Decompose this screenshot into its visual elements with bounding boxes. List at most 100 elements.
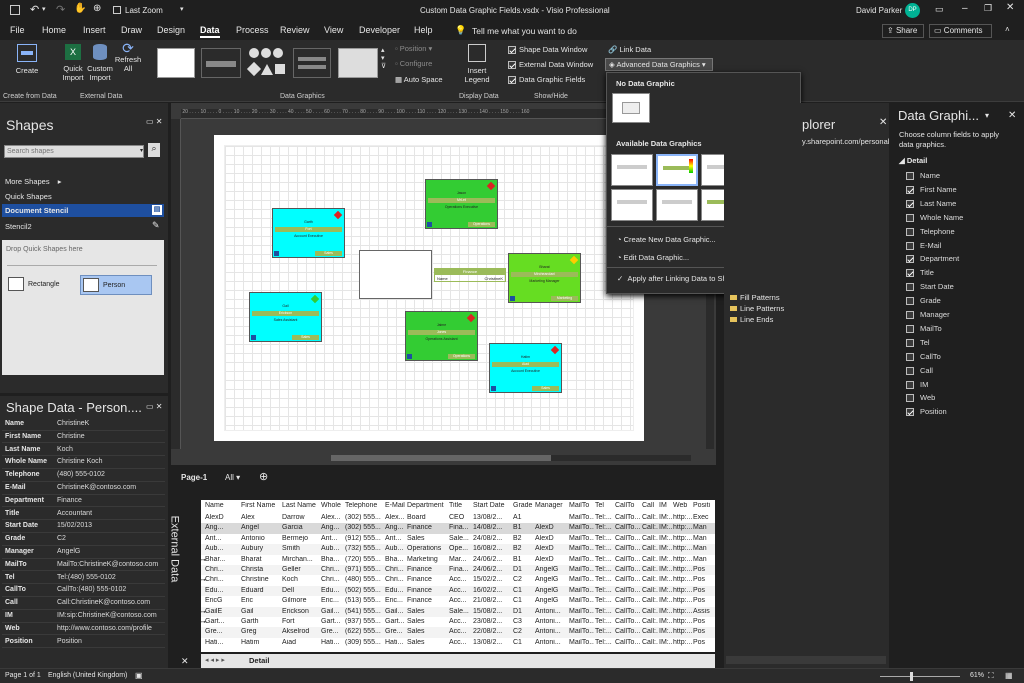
grid-header[interactable]: Last Name bbox=[282, 502, 320, 509]
edit-data-graphic[interactable]: ◔ Edit Data Graphic... bbox=[617, 253, 689, 262]
grid-header[interactable]: IM bbox=[659, 502, 672, 509]
field-checkbox[interactable] bbox=[906, 366, 914, 375]
search-icon[interactable]: ⌕ bbox=[148, 143, 160, 157]
zoom-slider[interactable] bbox=[880, 672, 960, 681]
undo-dropdown-icon[interactable]: ▾ bbox=[42, 5, 46, 13]
person-shape[interactable]: Person bbox=[80, 275, 152, 295]
grid-header[interactable]: Department bbox=[407, 502, 448, 509]
explorer-close-icon[interactable]: ✕ bbox=[879, 117, 887, 128]
external-close-icon[interactable]: ✕ bbox=[181, 656, 189, 667]
tab-insert[interactable]: Insert bbox=[83, 25, 106, 35]
data-graphic-fields-checkbox[interactable]: Data Graphic Fields bbox=[508, 75, 585, 85]
avatar[interactable]: DP bbox=[905, 3, 920, 18]
grid-header[interactable]: Whole bbox=[321, 502, 344, 509]
shape-data-row[interactable]: Tel Tel:(480) 555-0102 bbox=[2, 572, 165, 585]
restore-icon[interactable]: ❐ bbox=[984, 3, 992, 14]
external-data-grid[interactable]: Name First Name Last Name Whole Telephone E-M… bbox=[201, 500, 715, 652]
field-checkbox[interactable] bbox=[906, 394, 914, 403]
ribbon-collapse-icon[interactable]: ˄ bbox=[1005, 25, 1010, 34]
person-shape-jason[interactable]: Jason MrLet Operations Executive Operations bbox=[425, 179, 498, 229]
dgf-field-grade[interactable]: Grade bbox=[906, 296, 941, 306]
graphic-gallery-item-callout[interactable] bbox=[293, 48, 331, 78]
qat-dropdown-icon[interactable]: ▾ bbox=[180, 5, 184, 13]
data-graphic-option[interactable] bbox=[611, 189, 653, 221]
minimize-icon[interactable]: – bbox=[962, 3, 968, 14]
shape-data-row[interactable]: Call Call:ChristineK@contoso.com bbox=[2, 597, 165, 610]
dgf-menu-icon[interactable]: ▾ bbox=[985, 111, 989, 120]
rectangle-shape[interactable]: Rectangle bbox=[6, 275, 76, 295]
advanced-data-graphics-button[interactable]: ◈ Advanced Data Graphics ▾ bbox=[605, 58, 713, 71]
field-checkbox[interactable] bbox=[906, 408, 914, 417]
more-shapes[interactable]: More Shapes ▸ bbox=[5, 177, 61, 186]
stencil2[interactable]: Stencil2 bbox=[5, 222, 32, 231]
dgf-group[interactable]: ◢ Detail bbox=[899, 156, 927, 165]
explorer-item[interactable]: Line Ends bbox=[730, 315, 773, 324]
switch-windows-icon[interactable]: ▦ bbox=[1005, 671, 1013, 680]
field-checkbox[interactable] bbox=[906, 213, 914, 222]
dgf-field-last-name[interactable]: Last Name bbox=[906, 199, 956, 208]
shape-data-row[interactable]: Position Position bbox=[2, 636, 165, 649]
data-graphic-option[interactable] bbox=[656, 189, 698, 221]
graphic-gallery-item-shapes[interactable] bbox=[246, 46, 287, 80]
detail-tab[interactable]: Detail bbox=[249, 656, 269, 665]
shape-data-row[interactable]: Name ChristineK bbox=[2, 418, 165, 431]
tab-developer[interactable]: Developer bbox=[359, 25, 400, 35]
position-button[interactable]: ▫ Position ▾ bbox=[395, 44, 432, 53]
field-checkbox[interactable] bbox=[906, 227, 914, 236]
pointer-icon[interactable]: ✋ bbox=[74, 3, 86, 14]
dgf-field-im[interactable]: IM bbox=[906, 380, 928, 389]
dgf-field-web[interactable]: Web bbox=[906, 393, 935, 403]
tab-help[interactable]: Help bbox=[414, 25, 433, 35]
dgf-field-name[interactable]: Name bbox=[906, 171, 940, 181]
macro-icon[interactable]: ▣ bbox=[135, 671, 143, 680]
close-icon[interactable]: ✕ bbox=[1006, 2, 1014, 13]
shape-data-window-checkbox[interactable]: Shape Data Window bbox=[508, 45, 587, 55]
quick-shapes[interactable]: Quick Shapes bbox=[5, 192, 52, 201]
dgf-close-icon[interactable]: ✕ bbox=[1008, 110, 1016, 121]
shape-data-row[interactable]: Title Accountant bbox=[2, 508, 165, 521]
shape-data-row[interactable]: Manager AngelG bbox=[2, 546, 165, 559]
tab-file[interactable]: File bbox=[10, 25, 25, 35]
external-data-window-checkbox[interactable]: External Data Window bbox=[508, 60, 593, 70]
shape-data-menu-icon[interactable]: ▭ ✕ bbox=[146, 402, 162, 411]
dgf-field-position[interactable]: Position bbox=[906, 407, 947, 417]
redo-icon[interactable]: ↷ bbox=[56, 3, 65, 16]
tab-data[interactable]: Data bbox=[200, 25, 220, 38]
horizontal-scrollbar[interactable] bbox=[331, 455, 691, 461]
grid-header[interactable]: Call bbox=[642, 502, 658, 509]
person-shape-jaime[interactable]: Jaime Jones Operations Assistant Operations bbox=[405, 311, 478, 361]
field-checkbox[interactable] bbox=[906, 269, 914, 278]
selected-shape[interactable] bbox=[359, 250, 432, 299]
quick-import-button[interactable]: X Quick Import bbox=[60, 44, 86, 82]
shape-data-row[interactable]: CallTo CallTo:(480) 555-0102 bbox=[2, 584, 165, 598]
shape-data-row[interactable]: Web http://www.contoso.com/profile bbox=[2, 623, 165, 636]
last-zoom-icon[interactable] bbox=[113, 6, 121, 14]
field-checkbox[interactable] bbox=[906, 241, 914, 250]
create-button[interactable]: Create bbox=[12, 44, 42, 75]
page-tab[interactable]: Page-1 bbox=[181, 473, 207, 482]
grid-header[interactable]: Start Date bbox=[473, 502, 512, 509]
field-checkbox[interactable] bbox=[906, 380, 914, 389]
comments-button[interactable]: ▭ Comments bbox=[929, 24, 992, 38]
dgf-field-title[interactable]: Title bbox=[906, 268, 934, 278]
graphic-gallery-item-bars[interactable] bbox=[201, 48, 241, 78]
shape-data-row[interactable]: First Name Christine bbox=[2, 431, 165, 444]
tab-design[interactable]: Design bbox=[157, 25, 185, 35]
tell-me-search[interactable]: Tell me what you want to do bbox=[472, 26, 577, 36]
dgf-field-call[interactable]: Call bbox=[906, 366, 933, 375]
grid-header[interactable]: Web bbox=[673, 502, 692, 509]
explorer-item[interactable]: Fill Patterns bbox=[730, 293, 780, 302]
person-shape-bharat[interactable]: Bharat Mircheandani Marketing Manager Marke… bbox=[508, 253, 581, 303]
data-graphic-option[interactable] bbox=[611, 154, 653, 186]
search-dropdown-icon[interactable]: ▾ bbox=[140, 147, 143, 154]
custom-import-button[interactable]: Custom Import bbox=[87, 44, 113, 82]
search-shapes-input[interactable] bbox=[4, 145, 144, 158]
ribbon-display-icon[interactable]: ▭ bbox=[935, 4, 944, 15]
configure-button[interactable]: ▫ Configure bbox=[395, 59, 432, 68]
legend-table[interactable]: Finance Name ChristineK bbox=[434, 268, 506, 282]
save-icon[interactable] bbox=[10, 5, 20, 15]
shape-data-row[interactable]: Whole Name Christine Koch bbox=[2, 456, 165, 470]
person-shape-hatim[interactable]: Hatim Aiad Account Executive Sales bbox=[489, 343, 562, 393]
person-shape-garth[interactable]: Garth Fort Account Executive Sales bbox=[272, 208, 345, 258]
grid-header[interactable]: E-Mail bbox=[385, 502, 406, 509]
